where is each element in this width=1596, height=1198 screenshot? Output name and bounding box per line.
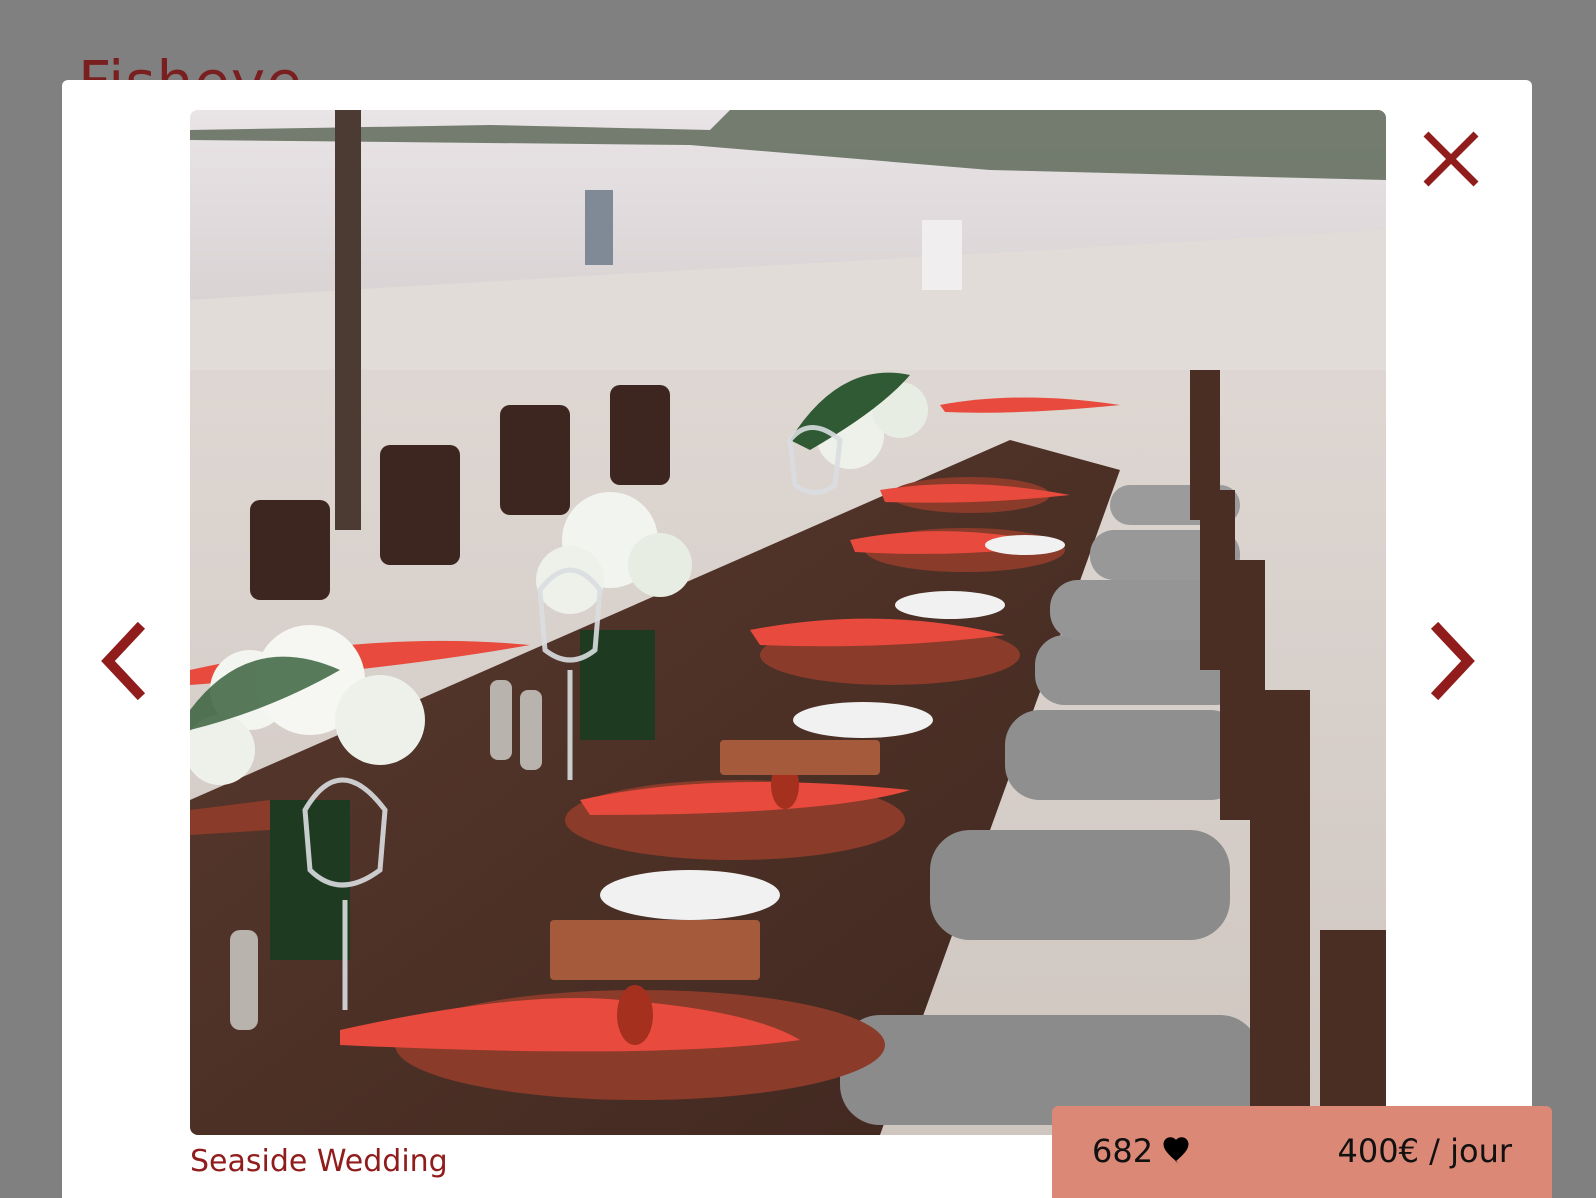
prev-button[interactable]	[94, 621, 154, 701]
heart-icon	[1161, 1137, 1191, 1165]
price-per-day: 400€ / jour	[1337, 1132, 1512, 1170]
chevron-right-icon	[1430, 621, 1475, 701]
next-button[interactable]	[1422, 621, 1482, 701]
lightbox-image	[190, 110, 1386, 1135]
likes-count: 682	[1092, 1132, 1154, 1170]
close-icon	[1423, 131, 1479, 187]
likes-price-bar: 682 400€ / jour	[1052, 1106, 1552, 1198]
media-title: Seaside Wedding	[190, 1144, 448, 1179]
close-button[interactable]	[1420, 128, 1482, 190]
chevron-left-icon	[101, 621, 146, 701]
total-likes: 682	[1092, 1132, 1191, 1170]
